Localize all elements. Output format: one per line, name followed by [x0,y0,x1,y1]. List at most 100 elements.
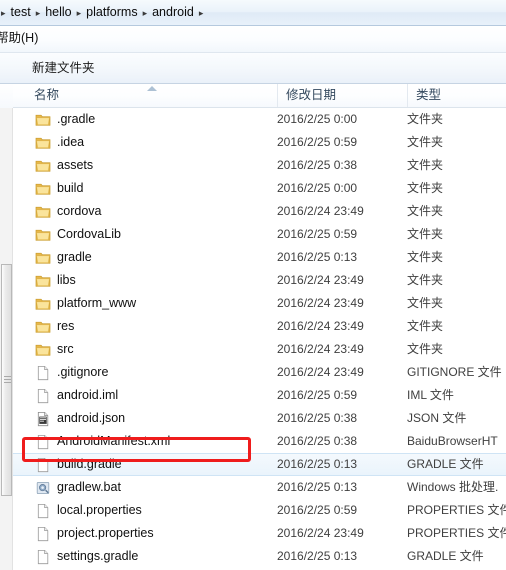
file-row[interactable]: assets 2016/2/25 0:38 文件夹 [13,154,506,177]
file-row-name-cell[interactable]: res [13,315,264,338]
file-row[interactable]: .idea 2016/2/25 0:59 文件夹 [13,131,506,154]
file-row[interactable]: CordovaLib 2016/2/25 0:59 文件夹 [13,223,506,246]
file-row[interactable]: android.json 2016/2/25 0:38 JSON 文件 [13,407,506,430]
file-row[interactable]: platform_www 2016/2/24 23:49 文件夹 [13,292,506,315]
file-type: Windows 批处理. [407,480,499,494]
file-list[interactable]: .gradle 2016/2/25 0:00 文件夹 .idea 2016/2/25 0… [13,108,506,570]
breadcrumb-item-hello[interactable]: hello [41,4,75,21]
file-type: 文件夹 [407,342,444,356]
file-row-name-cell[interactable]: libs [13,269,264,292]
file-row-name-cell[interactable]: AndroidManifest.xml [13,430,264,453]
folder-icon [35,181,51,197]
file-row[interactable]: src 2016/2/24 23:49 文件夹 [13,338,506,361]
file-name-label: build [57,181,84,195]
file-date-modified: 2016/2/24 23:49 [277,296,364,310]
file-date-modified: 2016/2/24 23:49 [277,204,364,218]
file-type: PROPERTIES 文件 [407,526,506,540]
file-date-modified: 2016/2/25 0:59 [277,135,358,149]
file-row-name-cell[interactable]: src [13,338,264,361]
new-folder-button[interactable]: 新建文件夹 [25,57,102,80]
file-name-label: settings.gradle [57,549,139,563]
file-row[interactable]: settings.gradle 2016/2/25 0:13 GRADLE 文件 [13,545,506,568]
file-type: GRADLE 文件 [407,549,484,563]
file-row-name-cell[interactable]: local.properties [13,499,264,522]
breadcrumb-item-platforms[interactable]: platforms [82,4,141,21]
file-date-modified: 2016/2/25 0:13 [277,549,358,563]
file-row-name-cell[interactable]: platform_www [13,292,264,315]
file-name-label: libs [57,273,76,287]
file-row[interactable]: .gitignore 2016/2/24 23:49 GITIGNORE 文件 [13,361,506,384]
file-type: 文件夹 [407,227,444,241]
file-name-label: CordovaLib [57,227,121,241]
file-row[interactable]: build.gradle 2016/2/25 0:13 GRADLE 文件 [13,453,506,476]
file-row-name-cell[interactable]: CordovaLib [13,223,264,246]
file-type: 文件夹 [407,296,444,310]
file-row-name-cell[interactable]: assets [13,154,264,177]
file-row[interactable]: local.properties 2016/2/25 0:59 PROPERTIES… [13,499,506,522]
file-row[interactable]: .gradle 2016/2/25 0:00 文件夹 [13,108,506,131]
file-row-name-cell[interactable]: gradle [13,246,264,269]
file-row-name-cell[interactable]: .gradle [13,108,264,131]
file-row-name-cell[interactable]: cordova [13,200,264,223]
file-row[interactable]: project.properties 2016/2/24 23:49 PROPERT… [13,522,506,545]
file-row[interactable]: gradle 2016/2/25 0:13 文件夹 [13,246,506,269]
breadcrumb-item-test[interactable]: test [7,4,35,21]
folder-icon [35,273,51,289]
chevron-right-icon[interactable]: ▸ [198,6,205,20]
folder-icon [35,319,51,335]
file-row[interactable]: build 2016/2/25 0:00 文件夹 [13,177,506,200]
file-type: 文件夹 [407,181,444,195]
file-name-label: src [57,342,74,356]
file-name-label: gradle [57,250,92,264]
file-row-name-cell[interactable]: build.gradle [13,453,264,476]
blank-file-icon [35,434,51,450]
file-name-label: cordova [57,204,102,218]
file-type: 文件夹 [407,112,444,126]
menu-item-help[interactable]: 帮助(H) [0,29,44,49]
folder-icon [35,342,51,358]
file-row-name-cell[interactable]: android.json [13,407,264,430]
file-row[interactable]: cordova 2016/2/24 23:49 文件夹 [13,200,506,223]
file-date-modified: 2016/2/24 23:49 [277,273,364,287]
file-date-modified: 2016/2/25 0:13 [277,480,358,494]
file-name-label: android.iml [57,388,119,402]
file-type: 文件夹 [407,135,444,149]
file-row-name-cell[interactable]: project.properties [13,522,264,545]
file-date-modified: 2016/2/24 23:49 [277,526,364,540]
file-date-modified: 2016/2/25 0:38 [277,434,358,448]
file-type: 文件夹 [407,204,444,218]
file-row-name-cell[interactable]: gradlew.bat [13,476,264,499]
file-row-name-cell[interactable]: .idea [13,131,264,154]
file-row[interactable]: AndroidManifest.xml 2016/2/25 0:38 BaiduBr… [13,430,506,453]
file-row[interactable]: libs 2016/2/24 23:49 文件夹 [13,269,506,292]
file-date-modified: 2016/2/25 0:38 [277,158,358,172]
file-name-label: android.json [57,411,126,425]
file-date-modified: 2016/2/24 23:49 [277,365,364,379]
breadcrumb[interactable]: ▸ test ▸ hello ▸ platforms ▸ android ▸ [0,0,506,25]
file-name-label: platform_www [57,296,137,310]
file-name-label: project.properties [57,526,154,540]
file-name-label: local.properties [57,503,142,517]
file-explorer-window: ▸ test ▸ hello ▸ platforms ▸ android ▸ 帮… [0,0,506,570]
file-row[interactable]: gradlew.bat 2016/2/25 0:13 Windows 批处理. [13,476,506,499]
column-header-row: 名称 修改日期 类型 [13,84,506,108]
column-header-date-modified[interactable]: 修改日期 [277,84,407,107]
file-row[interactable]: android.iml 2016/2/25 0:59 IML 文件 [13,384,506,407]
file-row-name-cell[interactable]: settings.gradle [13,545,264,568]
folder-icon [35,296,51,312]
folder-icon [35,204,51,220]
vertical-scrollbar[interactable] [0,84,13,570]
file-row[interactable]: res 2016/2/24 23:49 文件夹 [13,315,506,338]
scrollbar-thumb[interactable] [1,264,12,496]
folder-icon [35,112,51,128]
breadcrumb-item-android[interactable]: android [148,4,198,21]
file-row-name-cell[interactable]: .gitignore [13,361,264,384]
file-row-name-cell[interactable]: android.iml [13,384,264,407]
file-date-modified: 2016/2/25 0:00 [277,112,358,126]
file-date-modified: 2016/2/25 0:00 [277,181,358,195]
address-bar[interactable]: ▸ test ▸ hello ▸ platforms ▸ android ▸ [0,0,506,26]
file-date-modified: 2016/2/25 0:59 [277,227,358,241]
column-header-type[interactable]: 类型 [407,84,506,107]
file-type: BaiduBrowserHT [407,434,498,448]
file-row-name-cell[interactable]: build [13,177,264,200]
